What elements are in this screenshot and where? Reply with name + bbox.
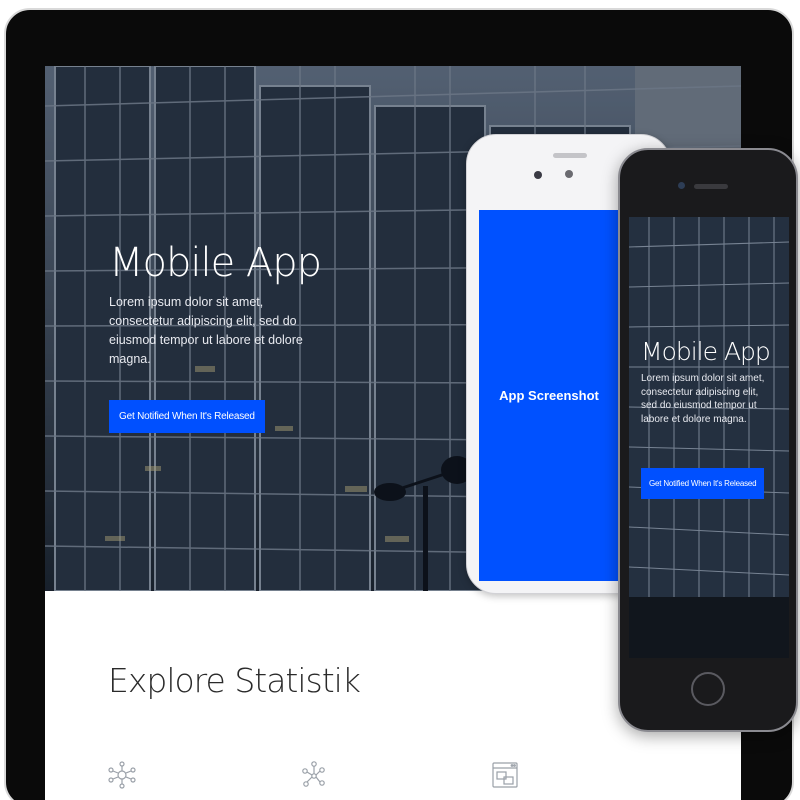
app-screenshot-label: App Screenshot [499,388,599,403]
phone-speaker [694,184,728,189]
phone-hero-description: Lorem ipsum dolor sit amet, consectetur … [641,373,765,425]
network-nodes-icon [108,761,136,789]
black-phone-device: Mobile App Lorem ipsum dolor sit amet, c… [618,148,798,732]
phone-hero-title: Mobile App [641,337,771,366]
molecule-icon [302,761,325,787]
hero-description: Lorem ipsum dolor sit amet, consectetur … [109,295,303,366]
get-notified-button[interactable]: Get Notified When It's Released [109,400,265,433]
phone-speaker [553,153,587,158]
phone-camera [534,171,542,179]
stats-section: Explore Statistik [108,661,361,700]
hero-content: Mobile App Lorem ipsum dolor sit amet, c… [109,240,322,433]
browser-chat-icon [492,762,518,788]
app-screenshot-placeholder: App Screenshot [479,210,619,581]
hero-title: Mobile App [109,240,322,286]
phone-screen: Mobile App Lorem ipsum dolor sit amet, c… [629,217,789,658]
phone-camera [678,182,685,189]
stats-title: Explore Statistik [108,661,361,700]
home-button[interactable] [691,672,725,706]
phone-hero-content: Mobile App Lorem ipsum dolor sit amet, c… [641,337,776,499]
phone-get-notified-button[interactable]: Get Notified When It's Released [641,468,765,499]
phone-sensor [565,170,573,178]
